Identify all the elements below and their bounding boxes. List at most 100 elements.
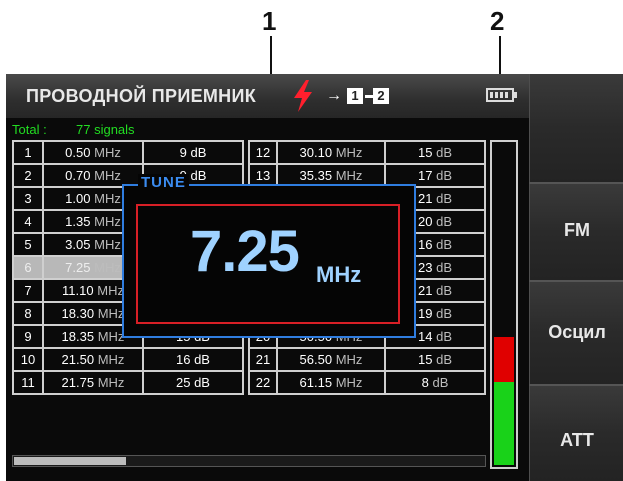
signal-index: 4: [12, 209, 44, 234]
signal-index: 9: [12, 324, 44, 349]
frequency-unit: MHz: [94, 214, 121, 229]
level-unit: dB: [436, 214, 452, 229]
signal-index: 10: [12, 347, 44, 372]
tune-frequency-box[interactable]: 7.25 MHz: [136, 204, 400, 324]
softkey-att-label: ATT: [560, 430, 594, 450]
level-value: 21: [418, 283, 433, 298]
frequency-unit: MHz: [335, 168, 363, 183]
frequency-unit: MHz: [335, 145, 363, 160]
signal-level: 15 dB: [384, 140, 486, 165]
level-value: 15: [418, 145, 433, 160]
level-unit: dB: [436, 306, 452, 321]
signal-row[interactable]: 12 30.10 MHz 15 dB: [248, 140, 486, 165]
signal-frequency: 0.50 MHz: [42, 140, 144, 165]
level-unit: dB: [436, 237, 452, 252]
frequency-unit: MHz: [94, 260, 121, 275]
mode-title: ПРОВОДНОЙ ПРИЕМНИК: [26, 86, 256, 106]
signal-row[interactable]: 11 21.75 MHz 25 dB: [12, 370, 244, 395]
signal-index: 12: [248, 140, 278, 165]
level-unit: dB: [436, 168, 452, 183]
signal-index: 7: [12, 278, 44, 303]
callout-1: 1: [262, 6, 277, 36]
level-value: 16: [418, 237, 433, 252]
level-unit: dB: [436, 352, 452, 367]
tune-frequency-value: 7.25: [190, 219, 300, 284]
port-1-badge: 1: [347, 88, 363, 104]
level-unit: dB: [436, 329, 452, 344]
level-value: 23: [418, 260, 433, 275]
softkey-oscil[interactable]: Осцил: [529, 282, 623, 384]
level-unit: dB: [432, 375, 449, 390]
signal-frequency: 30.10 MHz: [276, 140, 386, 165]
softkey-att[interactable]: ATT: [529, 386, 623, 481]
level-value: 8: [421, 375, 429, 390]
tune-dialog: TUNE 7.25 MHz: [122, 174, 416, 338]
title-bar: ПРОВОДНОЙ ПРИЕМНИК → 1 2: [6, 74, 529, 118]
frequency-value: 0.70: [65, 168, 91, 183]
signal-level: 16 dB: [142, 347, 244, 372]
frequency-value: 7.25: [65, 260, 91, 275]
level-value: 14: [418, 329, 433, 344]
signal-index: 22: [248, 370, 278, 395]
level-value: 20: [418, 214, 433, 229]
frequency-unit: MHz: [94, 145, 121, 160]
frequency-unit: MHz: [97, 306, 125, 321]
signal-row[interactable]: 1 0.50 MHz 9 dB: [12, 140, 244, 165]
signal-row[interactable]: 22 61.15 MHz 8 dB: [248, 370, 486, 395]
signal-level: 25 dB: [142, 370, 244, 395]
tune-frequency-unit: MHz: [316, 262, 362, 287]
softkey-1[interactable]: [529, 74, 623, 182]
input-arrow-icon: →: [326, 87, 342, 104]
meter-green-segment: [494, 381, 514, 465]
signal-index: 6: [12, 255, 44, 280]
frequency-unit: MHz: [94, 168, 121, 183]
level-value: 19: [418, 306, 433, 321]
horizontal-scrollbar[interactable]: [12, 455, 486, 467]
softkey-oscil-label: Осцил: [548, 322, 606, 342]
battery-tip: [514, 92, 517, 98]
signal-index: 21: [248, 347, 278, 372]
receiver-screen: ПРОВОДНОЙ ПРИЕМНИК → 1 2 Total : 77 sign…: [6, 74, 623, 481]
frequency-unit: MHz: [335, 352, 363, 367]
level-value: 9 dB: [179, 145, 207, 160]
signal-frequency: 61.15 MHz: [276, 370, 386, 395]
signal-frequency: 21.75 MHz: [42, 370, 144, 395]
signal-level-meter: [490, 140, 518, 469]
frequency-unit: MHz: [94, 191, 121, 206]
level-unit: dB: [436, 191, 452, 206]
signal-level: 8 dB: [384, 370, 486, 395]
frequency-value: 21.50: [61, 352, 95, 367]
signal-row[interactable]: 21 56.50 MHz 15 dB: [248, 347, 486, 372]
signal-index: 5: [12, 232, 44, 257]
frequency-value: 3.05: [65, 237, 91, 252]
battery-icon: [486, 88, 514, 102]
signal-index: 3: [12, 186, 44, 211]
level-unit: dB: [436, 260, 452, 275]
scrollbar-thumb[interactable]: [14, 457, 126, 465]
port-link: [365, 95, 373, 98]
frequency-value: 18.35: [61, 329, 95, 344]
frequency-unit: MHz: [97, 352, 125, 367]
port-2-badge: 2: [373, 88, 389, 104]
signal-index: 2: [12, 163, 44, 188]
level-unit: dB: [436, 283, 452, 298]
frequency-unit: MHz: [97, 329, 125, 344]
frequency-unit: MHz: [94, 237, 121, 252]
softkey-fm[interactable]: FM: [529, 184, 623, 280]
total-label: Total :: [12, 122, 47, 137]
frequency-value: 35.35: [299, 168, 333, 183]
level-value: 25 dB: [176, 375, 210, 390]
signal-frequency: 56.50 MHz: [276, 347, 386, 372]
signal-level: 15 dB: [384, 347, 486, 372]
level-value: 15: [418, 352, 433, 367]
frequency-unit: MHz: [97, 283, 124, 298]
signal-row[interactable]: 10 21.50 MHz 16 dB: [12, 347, 244, 372]
signal-index: 11: [12, 370, 44, 395]
signal-index: 8: [12, 301, 44, 326]
lightning-icon: [294, 80, 312, 112]
level-value: 21: [418, 191, 433, 206]
signal-frequency: 21.50 MHz: [42, 347, 144, 372]
level-unit: dB: [436, 145, 452, 160]
frequency-unit: MHz: [97, 375, 125, 390]
meter-red-segment: [494, 336, 514, 382]
